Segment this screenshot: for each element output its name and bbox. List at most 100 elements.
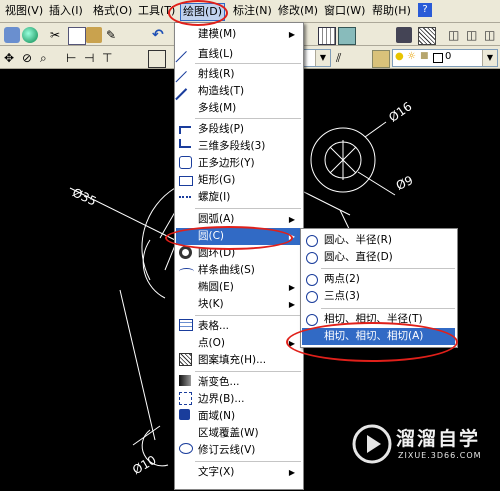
draw-menu-item[interactable]: 矩形(G) <box>176 172 301 189</box>
draw-menu-item[interactable]: 椭圆(E) ▶ <box>176 279 301 296</box>
menu-dimension[interactable]: 标注(N) <box>231 3 274 19</box>
menu-window[interactable]: 窗口(W) <box>322 3 367 19</box>
draw-menu-item-label: 面域(N) <box>198 410 236 422</box>
trim-icon[interactable]: ⌕ <box>40 50 56 66</box>
menu-separator <box>321 268 455 269</box>
play-logo-icon <box>352 424 392 464</box>
sphere-icon[interactable] <box>22 27 38 43</box>
helix-icon <box>179 190 191 198</box>
layer-combo[interactable]: ● ☼ ■ 0 ▼ <box>392 49 498 67</box>
annotation-ring-draw-menu <box>168 0 228 26</box>
revcloud-icon <box>179 443 193 454</box>
dim-ordinate-icon[interactable]: ⊤ <box>102 50 118 66</box>
circle-submenu-item[interactable]: 圆心、半径(R) <box>302 232 455 249</box>
draw-menu-item[interactable]: 表格... <box>176 318 301 335</box>
sun-icon: ☼ <box>407 51 416 62</box>
lineweight-icon[interactable]: ⫽ <box>336 50 352 66</box>
align-icon[interactable]: ◫ <box>448 27 464 43</box>
draw-menu-item[interactable]: 边界(B)... <box>176 391 301 408</box>
annotation-ring-circle <box>165 226 293 250</box>
layer-name-zero: 0 <box>445 51 452 62</box>
menu-help[interactable]: 帮助(H) <box>370 3 413 19</box>
help-icon[interactable]: ? <box>418 3 432 17</box>
no-entry-icon[interactable]: ⊘ <box>22 50 38 66</box>
lock-icon: ■ <box>420 51 429 61</box>
table-icon <box>179 319 193 331</box>
draw-menu-item-label: 多段线(P) <box>198 123 245 135</box>
draw-menu-item[interactable]: 区域覆盖(W) <box>176 425 301 442</box>
draw-menu-item[interactable]: 正多边形(Y) <box>176 155 301 172</box>
spline-icon <box>179 268 194 275</box>
bulb-icon: ● <box>395 51 404 62</box>
draw-menu-item[interactable]: 建模(M) ▶ <box>176 26 301 43</box>
linetype-combo[interactable]: ▼ <box>303 49 331 67</box>
paste-icon[interactable] <box>86 27 102 43</box>
draw-menu-item[interactable]: 点(O) ▶ <box>176 335 301 352</box>
circle-2p-icon <box>306 274 318 286</box>
align3-icon[interactable]: ◫ <box>484 27 500 43</box>
circle-center-diameter-icon <box>306 252 318 264</box>
draw-menu-item[interactable]: 样条曲线(S) <box>176 262 301 279</box>
align2-icon[interactable]: ◫ <box>466 27 482 43</box>
dim-linear-icon[interactable]: ⊢ <box>66 50 82 66</box>
grid-icon[interactable] <box>318 27 336 45</box>
circle-submenu-item[interactable]: 两点(2) <box>302 271 455 288</box>
chevron-down-icon: ▼ <box>315 50 330 66</box>
3dpolyline-icon <box>179 139 191 148</box>
menu-separator <box>195 315 301 316</box>
properties-icon[interactable] <box>338 27 356 45</box>
rectangle-icon <box>179 176 193 186</box>
draw-menu-item[interactable]: 图案填充(H)... <box>176 352 301 369</box>
gradient-icon <box>179 375 191 386</box>
draw-menu-item[interactable]: 三维多段线(3) <box>176 138 301 155</box>
submenu-arrow-icon: ▶ <box>288 468 295 477</box>
circle-submenu-item[interactable]: 三点(3) <box>302 288 455 305</box>
draw-menu-item[interactable]: 多线(M) <box>176 100 301 117</box>
draw-menu: 建模(M) ▶ 直线(L) 射线(R) 构造线(T) 多线(M) 多段线(P) 三维多段线(3… <box>174 22 304 490</box>
draw-menu-item-label: 建模(M) <box>198 28 237 40</box>
draw-menu-item[interactable]: 直线(L) <box>175 46 301 73</box>
submenu-arrow-icon: ▶ <box>288 30 295 39</box>
3d-icon[interactable] <box>4 27 20 43</box>
circle-center-radius-icon <box>306 235 318 247</box>
hatch-tool-icon[interactable] <box>418 27 436 45</box>
draw-menu-item[interactable]: 构造线(T) <box>175 83 301 111</box>
draw-menu-item[interactable]: 多段线(P) <box>176 121 301 138</box>
dim-aligned-icon[interactable]: ⊣ <box>84 50 100 66</box>
draw-menu-item[interactable]: 面域(N) <box>176 408 301 425</box>
calculator-icon[interactable] <box>396 27 412 43</box>
pan-icon[interactable]: ✥ <box>4 50 20 66</box>
draw-menu-item[interactable]: 螺旋(I) <box>176 189 301 206</box>
chevron-down-icon: ▼ <box>482 50 497 66</box>
menu-separator <box>195 371 301 372</box>
circle-submenu-item[interactable]: 圆心、直径(D) <box>302 249 455 266</box>
menu-modify[interactable]: 修改(M) <box>276 3 320 19</box>
draw-menu-item-label: 块(K) <box>198 298 224 310</box>
circle-submenu-item-label: 两点(2) <box>324 273 360 285</box>
menu-view[interactable]: 视图(V) <box>3 3 45 19</box>
draw-menu-item-label: 边界(B)... <box>198 393 245 405</box>
draw-menu-item-label: 点(O) <box>198 337 225 349</box>
submenu-arrow-icon: ▶ <box>288 300 295 309</box>
menu-insert[interactable]: 插入(I) <box>47 3 85 19</box>
draw-menu-item-label: 修订云线(V) <box>198 444 256 456</box>
draw-menu-item[interactable]: 射线(R) <box>175 66 301 93</box>
undo-icon[interactable]: ↶ <box>152 27 168 43</box>
draw-menu-item[interactable]: 渐变色... <box>176 374 301 391</box>
layer-manager-icon[interactable] <box>372 50 390 68</box>
draw-menu-item-label: 椭圆(E) <box>198 281 234 293</box>
menu-separator <box>195 118 301 119</box>
dim-box-icon[interactable] <box>148 50 166 68</box>
draw-menu-item[interactable]: 块(K) ▶ <box>176 296 301 313</box>
draw-menu-item[interactable]: 修订云线(V) <box>176 442 301 459</box>
boundary-icon <box>179 392 192 405</box>
cut-icon[interactable]: ✂ <box>50 27 66 43</box>
menu-format[interactable]: 格式(O) <box>91 3 134 19</box>
copy-icon[interactable] <box>68 27 86 45</box>
donut-icon <box>179 246 192 259</box>
draw-menu-item-label: 多线(M) <box>198 102 237 114</box>
polygon-icon <box>179 156 192 169</box>
draw-menu-item[interactable]: 文字(X) ▶ <box>176 464 301 481</box>
circle-ttr-icon <box>306 314 318 326</box>
brush-icon[interactable]: ✎ <box>106 27 122 43</box>
